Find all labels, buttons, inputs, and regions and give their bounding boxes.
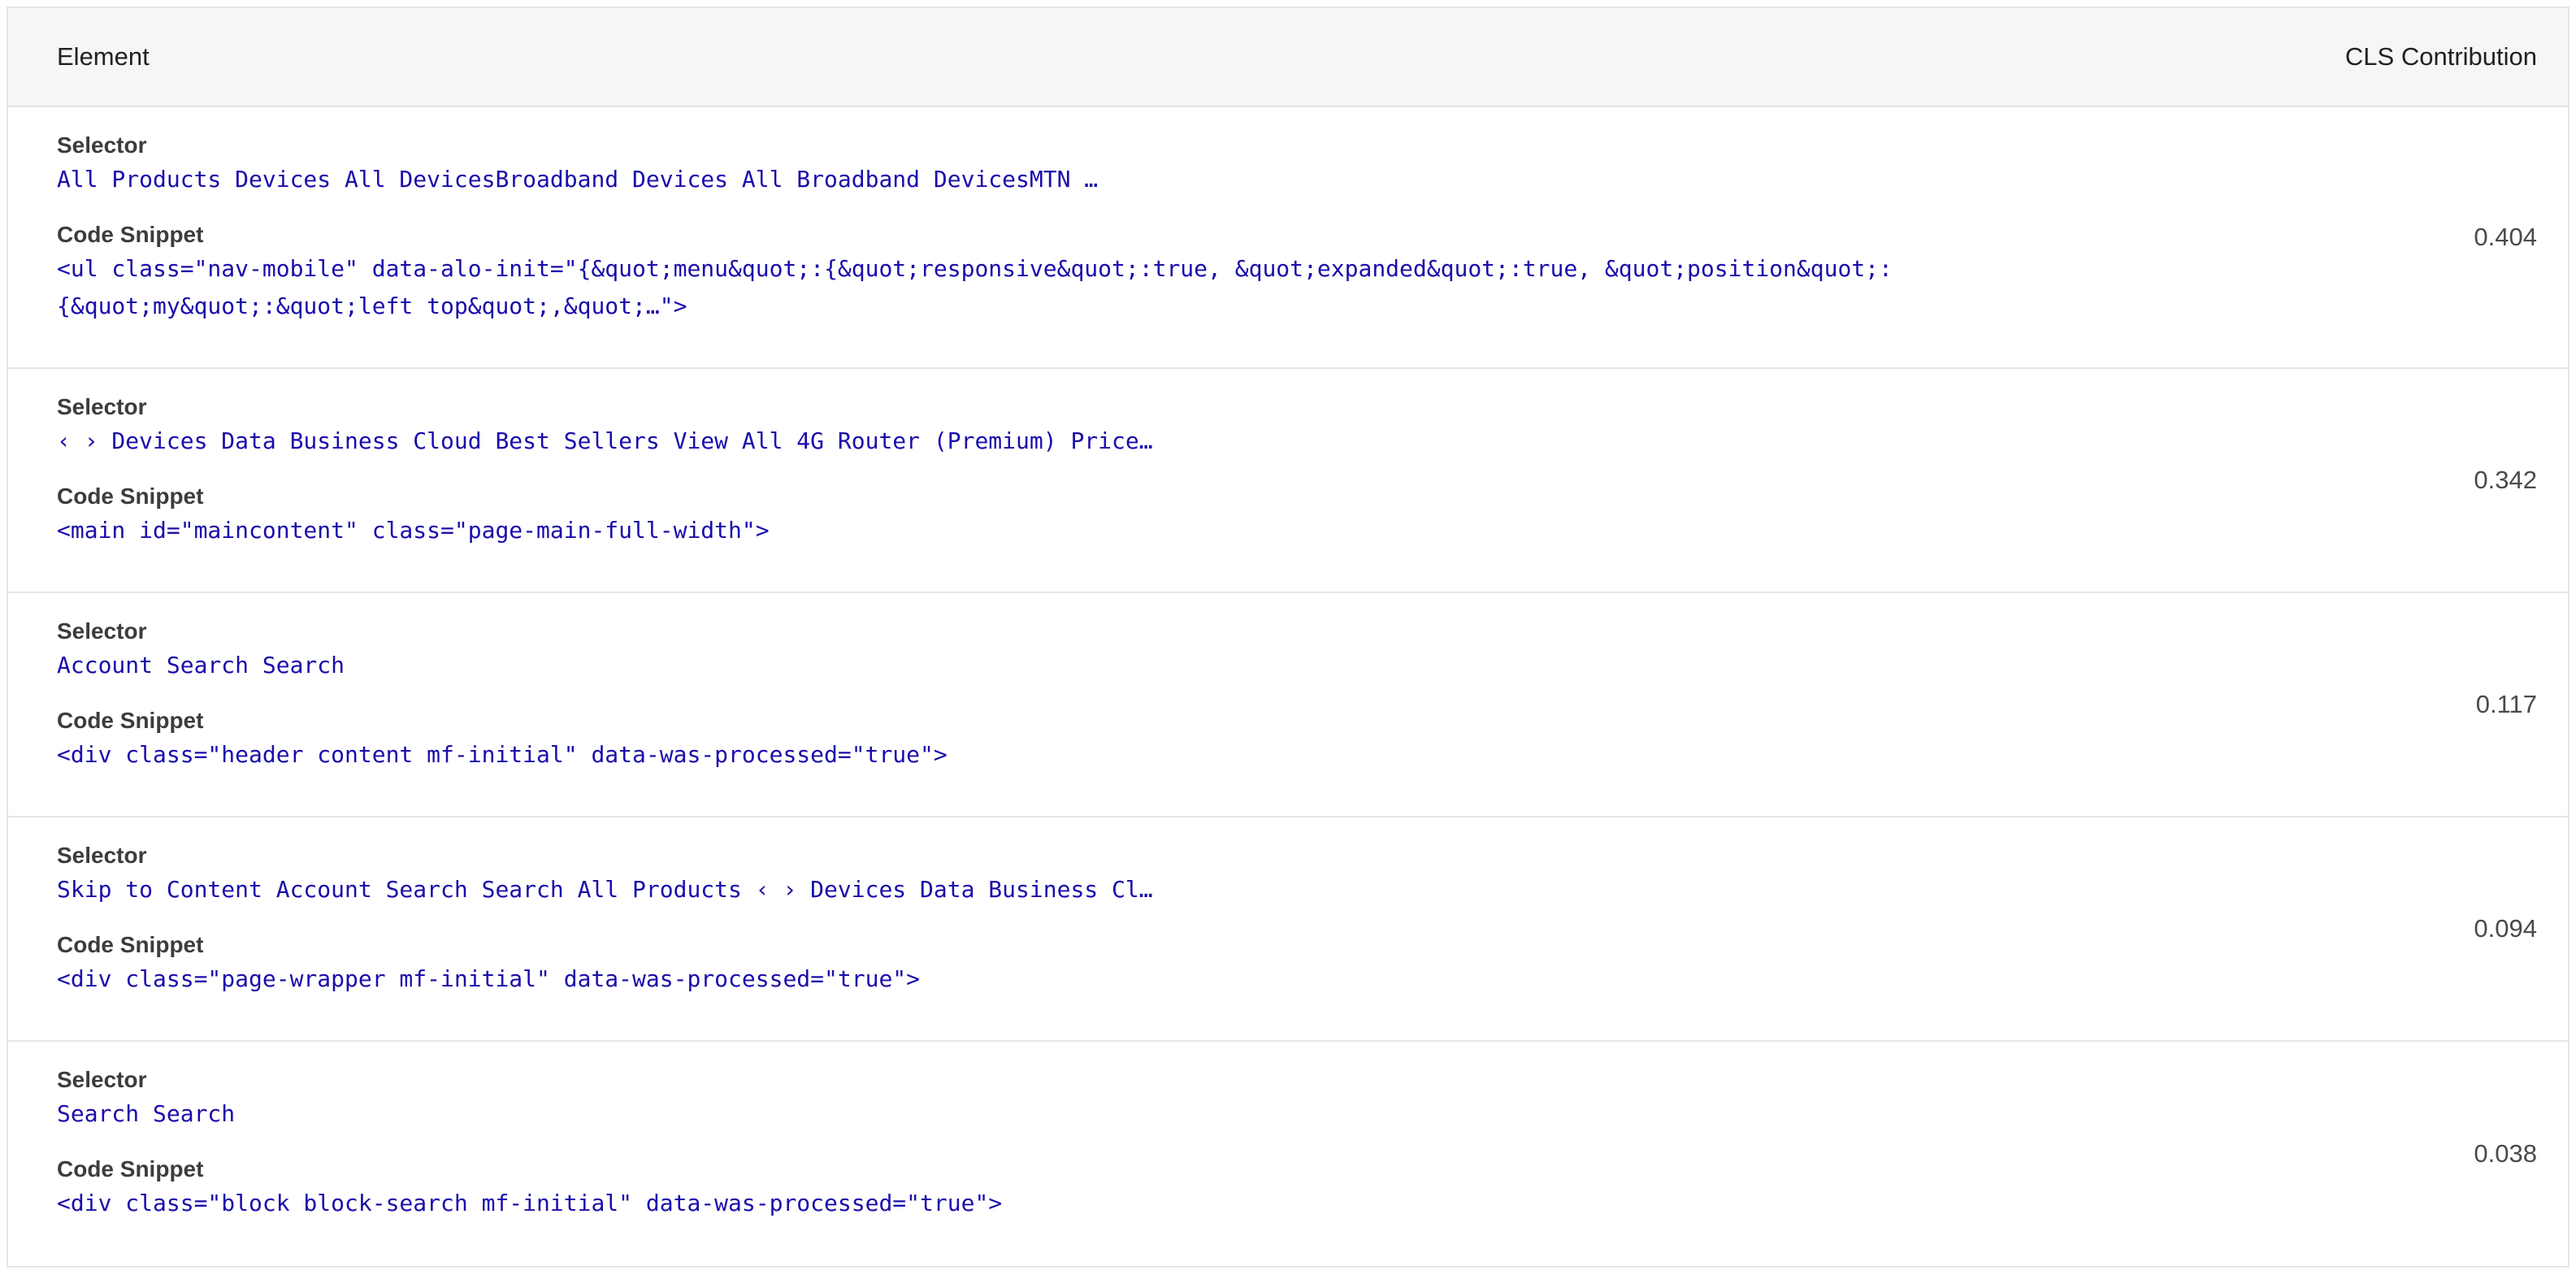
selector-label: Selector	[57, 132, 147, 158]
code-snippet-label: Code Snippet	[57, 932, 204, 957]
selector-value: Skip to Content Account Search Search Al…	[57, 876, 1153, 903]
code-snippet-value: <div class="block block-search mf-initia…	[57, 1190, 1003, 1216]
selector-value: All Products Devices All DevicesBroadban…	[57, 166, 1099, 193]
table-row: Selector ‹ › Devices Data Business Cloud…	[8, 369, 2568, 593]
table-row: Selector Search Search Code Snippet <div…	[8, 1042, 2568, 1266]
table-row: Selector Account Search Search Code Snip…	[8, 593, 2568, 817]
cls-contribution-value: 0.404	[2474, 223, 2537, 251]
selector-label: Selector	[57, 1067, 147, 1092]
table-header: Element CLS Contribution	[8, 8, 2568, 107]
selector-label: Selector	[57, 394, 147, 419]
code-snippet-value: <ul class="nav-mobile" data-alo-init="{&…	[57, 255, 1893, 319]
cls-contribution-value: 0.342	[2474, 466, 2537, 494]
code-snippet-label: Code Snippet	[57, 483, 204, 509]
column-header-cls-contribution: CLS Contribution	[2344, 42, 2537, 71]
code-snippet-label: Code Snippet	[57, 222, 204, 247]
selector-value: Account Search Search	[57, 652, 345, 679]
code-snippet-value: <div class="page-wrapper mf-initial" dat…	[57, 965, 921, 992]
selector-label: Selector	[57, 618, 147, 644]
code-snippet-label: Code Snippet	[57, 1156, 204, 1181]
selector-value: ‹ › Devices Data Business Cloud Best Sel…	[57, 427, 1153, 454]
table-row: Selector Skip to Content Account Search …	[8, 817, 2568, 1042]
selector-label: Selector	[57, 843, 147, 868]
code-snippet-value: <main id="maincontent" class="page-main-…	[57, 517, 770, 544]
column-header-element: Element	[57, 42, 150, 71]
selector-value: Search Search	[57, 1100, 236, 1127]
code-snippet-value: <div class="header content mf-initial" d…	[57, 741, 948, 768]
cls-elements-table: Element CLS Contribution Selector All Pr…	[7, 7, 2569, 1268]
table-row: Selector All Products Devices All Device…	[8, 107, 2568, 369]
cls-contribution-value: 0.094	[2474, 914, 2537, 943]
cls-contribution-value: 0.117	[2475, 690, 2537, 718]
cls-contribution-value: 0.038	[2474, 1139, 2537, 1168]
code-snippet-label: Code Snippet	[57, 708, 204, 733]
